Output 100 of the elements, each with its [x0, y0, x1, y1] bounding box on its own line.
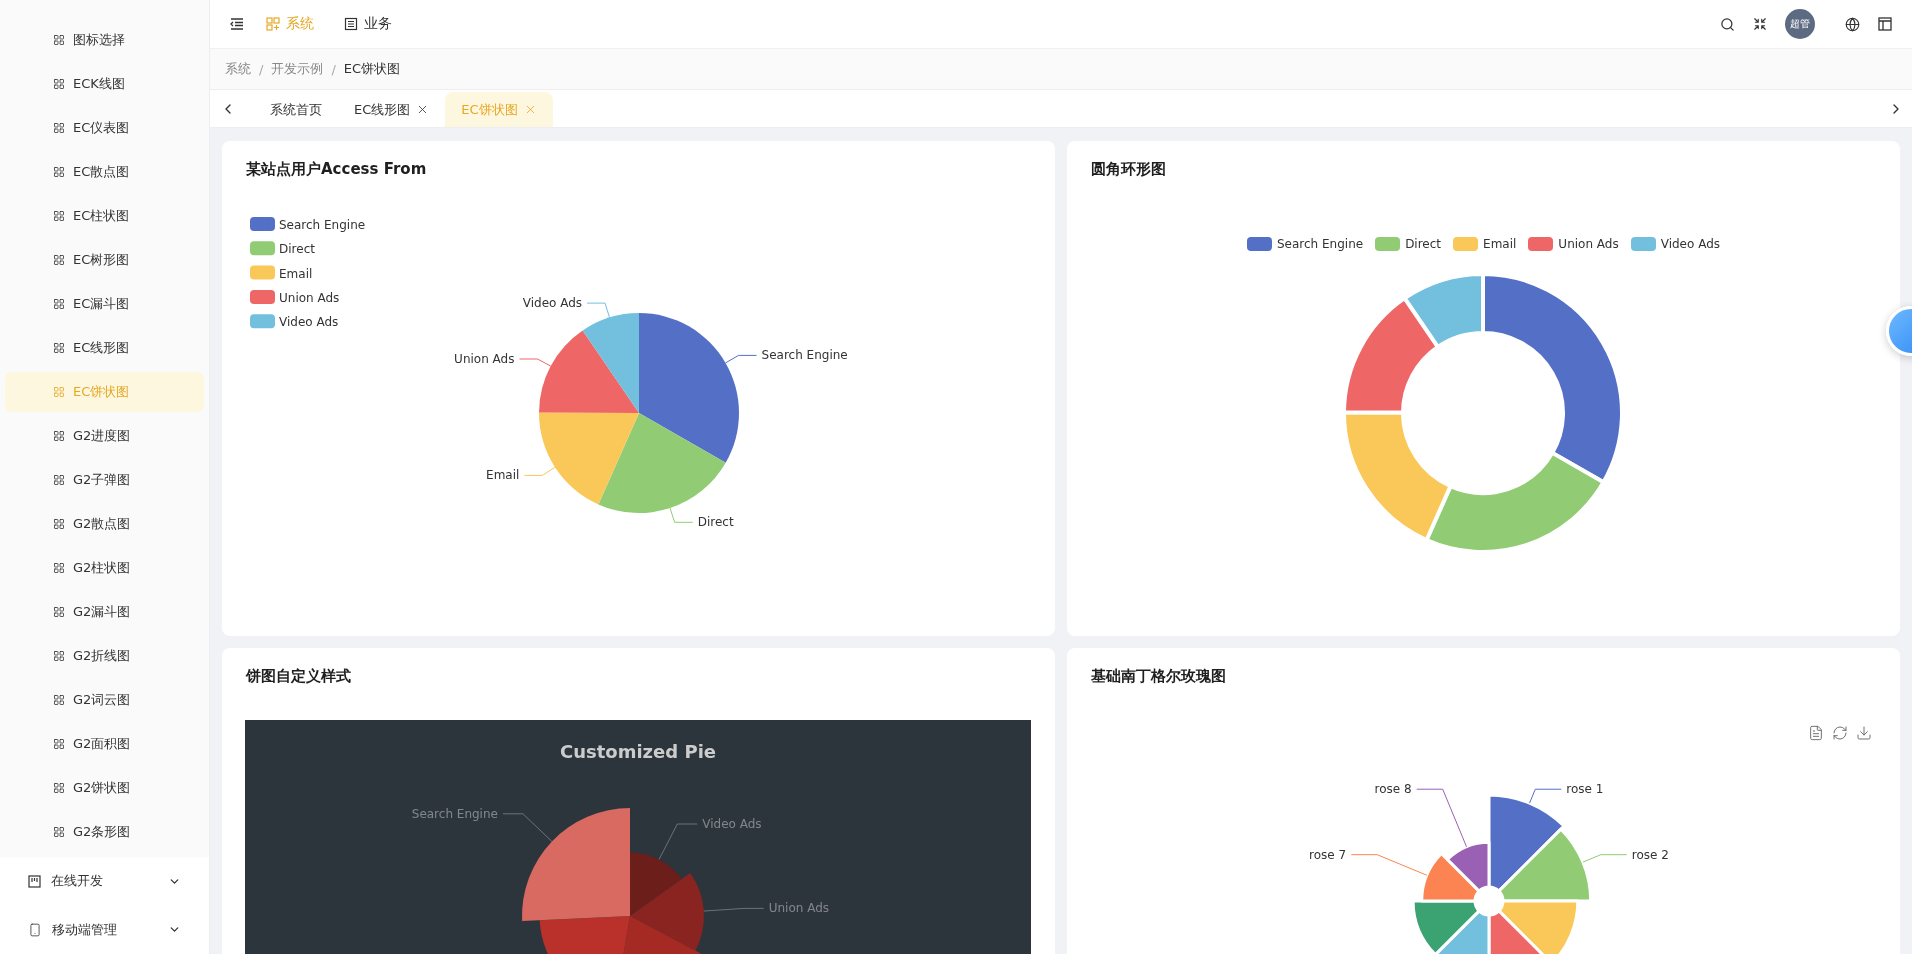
chart-label: Search Engine: [411, 806, 498, 821]
sidebar-item[interactable]: G2子弹图: [5, 460, 204, 500]
legend-swatch: [250, 314, 275, 329]
legend-item[interactable]: Direct: [1375, 236, 1442, 252]
legend-label[interactable]: Direct: [279, 242, 315, 257]
board-icon: [28, 874, 41, 888]
legend-swatch: [250, 265, 275, 280]
breadcrumb-item: EC饼状图: [343, 60, 401, 78]
card-title: 某站点用户Access From: [245, 159, 428, 180]
sidebar-group-label: 移动端管理: [52, 920, 118, 939]
legend-item[interactable]: Video Ads: [1630, 236, 1721, 252]
sidebar-item[interactable]: G2折线图: [5, 636, 204, 676]
leader-line: [703, 907, 765, 912]
chart-label: rose 1: [1566, 782, 1604, 797]
chart-label: Video Ads: [522, 296, 583, 311]
legend-label[interactable]: Union Ads: [279, 290, 340, 305]
chart-label: Union Ads: [454, 352, 515, 366]
legend-item[interactable]: Email: [1453, 236, 1517, 252]
list-icon: [344, 17, 358, 31]
leader-line: [518, 358, 552, 367]
sidebar-item[interactable]: ECK线图: [5, 64, 204, 104]
grid-icon: [53, 562, 65, 574]
sidebar-group[interactable]: 在线开发: [0, 857, 209, 906]
breadcrumb-item[interactable]: 系统: [225, 60, 251, 78]
legend-item[interactable]: Search Engine: [1246, 236, 1364, 252]
leader-line: [523, 466, 556, 476]
search-icon[interactable]: [1720, 16, 1735, 32]
fullscreen-icon[interactable]: [1753, 17, 1767, 31]
chart-label: rose 8: [1374, 782, 1412, 797]
leader-line: [1416, 788, 1468, 848]
grid-icon: [53, 694, 65, 706]
sidebar-item[interactable]: G2词云图: [5, 680, 204, 720]
grid-icon: [53, 78, 65, 90]
layout-button[interactable]: [1878, 17, 1892, 31]
user-avatar[interactable]: 超管: [1785, 9, 1815, 39]
grid-icon: [53, 650, 65, 662]
sidebar-item[interactable]: G2条形图: [5, 812, 204, 852]
apps-icon: [266, 17, 280, 31]
legend-swatch: [250, 241, 275, 256]
language-icon[interactable]: [1845, 16, 1860, 32]
grid-icon: [53, 122, 65, 134]
sidebar-group[interactable]: 移动端管理: [0, 905, 209, 954]
sidebar-item[interactable]: EC漏斗图: [5, 284, 204, 324]
refresh-icon[interactable]: [1832, 725, 1848, 741]
sidebar-group-label: 在线开发: [51, 872, 104, 891]
card-title: 饼图自定义样式: [244, 666, 352, 687]
sidebar-item[interactable]: G2柱状图: [5, 548, 204, 588]
menu-fold-icon[interactable]: [230, 18, 244, 30]
grid-icon: [53, 738, 65, 750]
page-tab[interactable]: 系统首页: [254, 92, 338, 127]
chart-label: Direct: [697, 515, 734, 530]
phone-icon: [28, 922, 42, 937]
chart-label: rose 2: [1631, 847, 1669, 862]
grid-icon: [53, 474, 65, 486]
breadcrumb-separator: /: [259, 61, 264, 77]
leader-line: [1529, 788, 1562, 804]
sidebar-item[interactable]: G2面积图: [5, 724, 204, 764]
sidebar-item[interactable]: EC散点图: [5, 152, 204, 192]
leader-line: [669, 507, 694, 523]
sidebar-item[interactable]: G2散点图: [5, 504, 204, 544]
chart-title: Customized Pie: [560, 741, 716, 762]
grid-icon: [53, 826, 65, 838]
legend-swatch: [250, 289, 275, 304]
data-view-icon[interactable]: [1808, 725, 1824, 741]
sidebar-item[interactable]: G2漏斗图: [5, 592, 204, 632]
legend-label[interactable]: Email: [279, 266, 313, 281]
sidebar-item[interactable]: G2进度图: [5, 416, 204, 456]
grid-icon: [53, 386, 65, 398]
grid-icon: [53, 34, 65, 46]
chart-label: Union Ads: [768, 901, 830, 916]
legend-label[interactable]: Video Ads: [279, 315, 339, 330]
legend-item[interactable]: Union Ads: [1528, 236, 1619, 252]
grid-icon: [53, 254, 65, 266]
leader-line: [502, 813, 553, 842]
grid-icon: [53, 342, 65, 354]
chart-label: Search Engine: [761, 348, 848, 363]
sidebar-item[interactable]: EC柱状图: [5, 196, 204, 236]
page-tab[interactable]: EC线形图: [338, 92, 446, 127]
grid-icon: [53, 782, 65, 794]
grid-icon: [53, 298, 65, 310]
sidebar-item[interactable]: EC仪表图: [5, 108, 204, 148]
module-tab[interactable]: 业务: [344, 15, 392, 33]
leader-line: [1582, 854, 1628, 863]
leader-line: [725, 354, 758, 364]
breadcrumb-item[interactable]: 开发示例: [271, 60, 324, 78]
sidebar-item[interactable]: 图标选择: [5, 20, 204, 60]
sidebar-item[interactable]: G2饼状图: [5, 768, 204, 808]
grid-icon: [53, 210, 65, 222]
download-icon[interactable]: [1856, 725, 1872, 741]
sidebar-item[interactable]: EC线形图: [5, 328, 204, 368]
breadcrumb-separator: /: [331, 61, 336, 77]
grid-icon: [53, 166, 65, 178]
legend-label[interactable]: Search Engine: [279, 218, 366, 232]
grid-icon: [53, 606, 65, 618]
leader-line: [586, 302, 610, 318]
leader-line: [658, 823, 698, 861]
card-title: 圆角环形图: [1090, 159, 1167, 180]
grid-icon: [53, 518, 65, 530]
sidebar-item[interactable]: EC树形图: [5, 240, 204, 280]
chart-label: rose 7: [1309, 847, 1347, 862]
